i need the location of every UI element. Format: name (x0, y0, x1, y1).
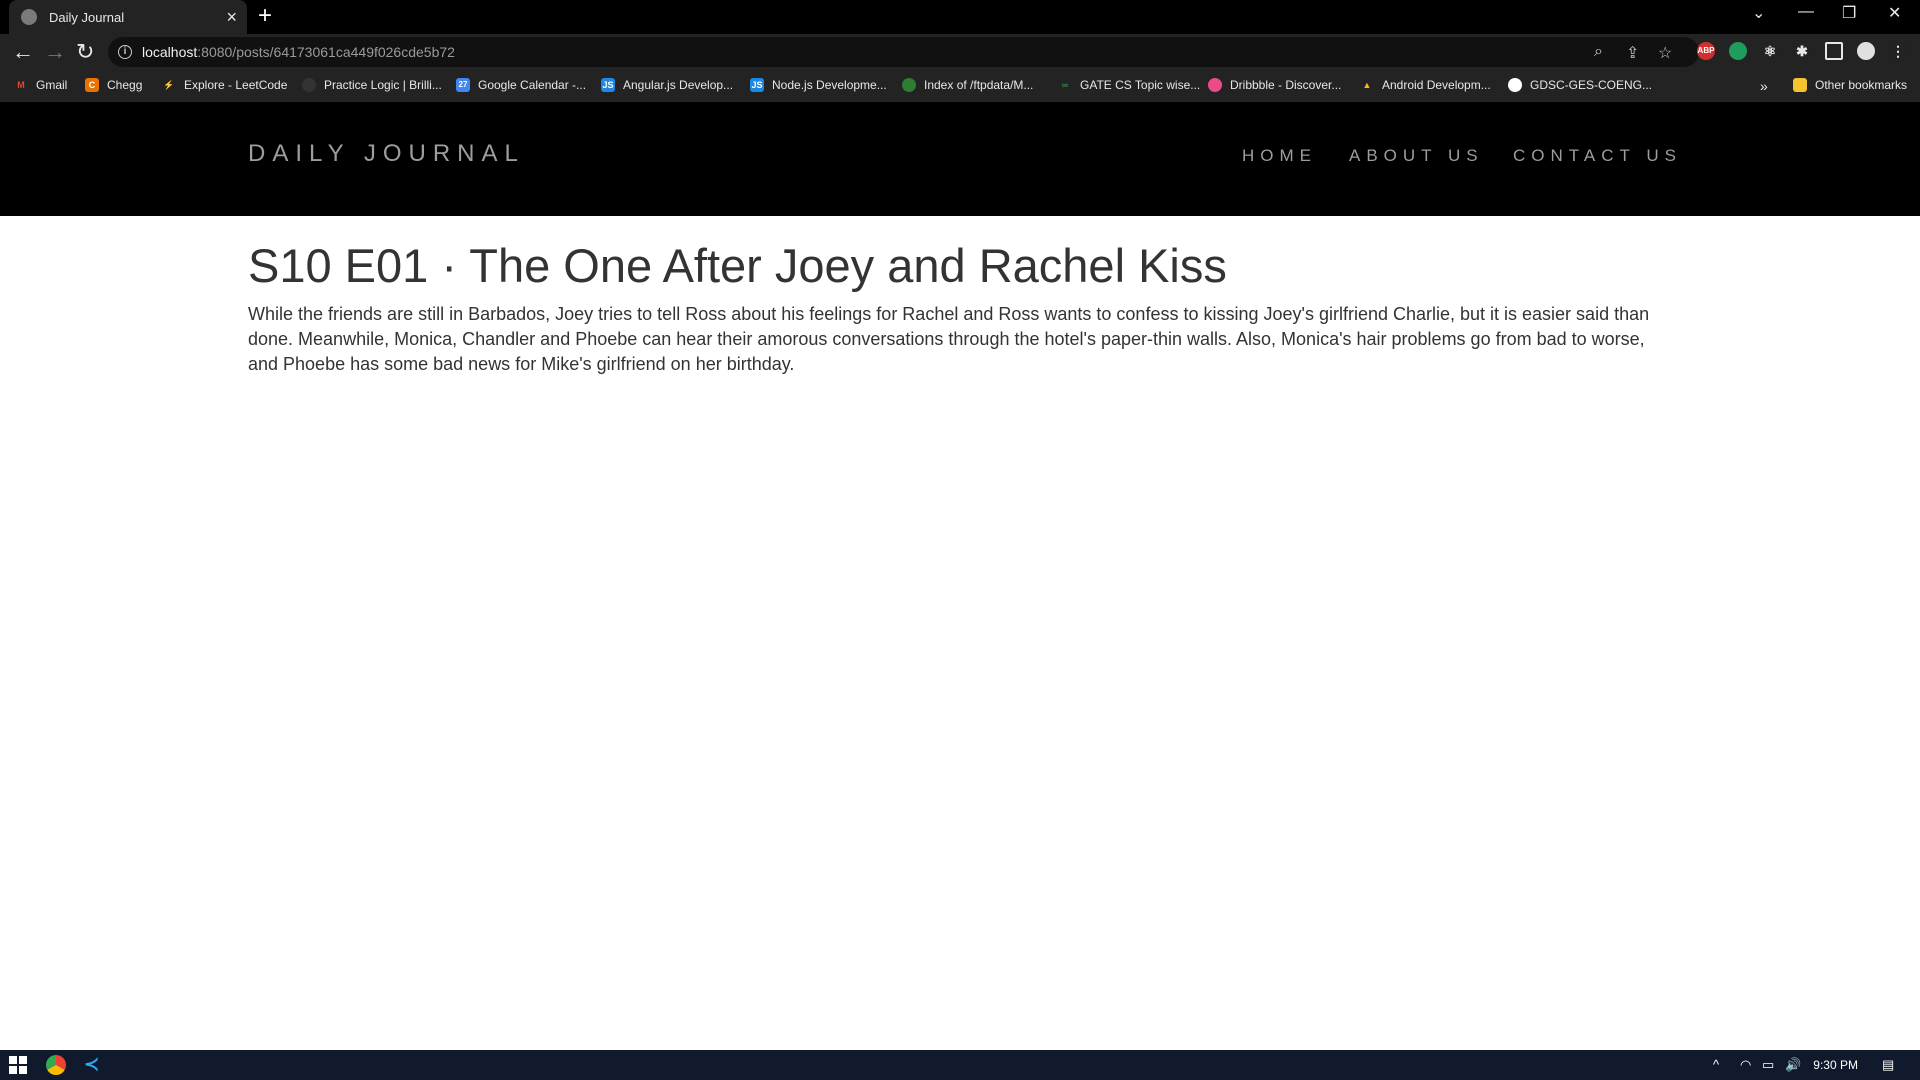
js-icon: JS (750, 78, 764, 92)
bookmark-star-icon[interactable]: ☆ (1658, 43, 1672, 63)
bookmark-android[interactable]: ▲ Android Developm... (1360, 78, 1491, 92)
chevron-double-right-icon[interactable]: » (1760, 78, 1768, 94)
extension-green-icon[interactable] (1729, 42, 1747, 60)
bookmark-other[interactable]: Other bookmarks (1793, 78, 1907, 92)
chrome-icon[interactable] (46, 1055, 66, 1075)
bookmark-angular[interactable]: JS Angular.js Develop... (601, 78, 733, 92)
bookmarks-bar: M Gmail C Chegg ⚡ Explore - LeetCode Practi… (0, 70, 1920, 102)
close-tab-icon[interactable]: × (226, 8, 237, 26)
taskbar: ≺ ^ ◠ ▭ 🔊 9:30 PM ▤ (0, 1050, 1920, 1080)
extensions-puzzle-icon[interactable]: ✱ (1793, 42, 1811, 60)
bookmark-chegg[interactable]: C Chegg (85, 78, 142, 92)
js-icon: JS (601, 78, 615, 92)
minimize-button[interactable]: — (1798, 3, 1814, 21)
side-panel-icon[interactable] (1825, 42, 1843, 60)
globe-icon (21, 9, 37, 25)
menu-kebab-icon[interactable]: ⋮ (1889, 42, 1907, 60)
post-body: While the friends are still in Barbados,… (248, 304, 1650, 374)
nav-about-us[interactable]: ABOUT US (1349, 146, 1484, 166)
back-arrow-icon[interactable]: ← (12, 40, 34, 64)
url-host: localhost (142, 44, 198, 60)
leetcode-icon: ⚡ (163, 80, 175, 90)
tab-strip: Daily Journal × + ⌄ — ❐ ✕ (0, 0, 1920, 34)
adblock-icon[interactable]: ABP (1697, 42, 1715, 60)
bookmark-ftpdata[interactable]: Index of /ftpdata/M... (902, 78, 1033, 92)
new-tab-button[interactable]: + (258, 4, 272, 28)
gmail-icon: M (17, 80, 25, 90)
nav-contact-us[interactable]: CONTACT US (1513, 146, 1682, 166)
react-devtools-icon[interactable]: ⚛ (1761, 42, 1779, 60)
drive-icon: ▲ (1362, 80, 1372, 90)
bookmark-github[interactable]: GDSC-GES-COENG... (1508, 78, 1652, 92)
windows-start-icon[interactable] (9, 1056, 27, 1074)
tab-daily-journal[interactable]: Daily Journal × (9, 0, 247, 34)
bookmark-gate-cs[interactable]: ∞ GATE CS Topic wise... (1058, 78, 1200, 92)
calendar-icon: 27 (456, 78, 470, 92)
share-icon[interactable]: ⇪ (1626, 43, 1639, 63)
bookmark-dribbble[interactable]: Dribbble - Discover... (1208, 78, 1341, 92)
reload-icon[interactable]: ↻ (76, 40, 94, 64)
clock-time[interactable]: 9:30 PM (1813, 1058, 1858, 1072)
folder-icon (1793, 78, 1807, 92)
url-path: :8080/posts/64173061ca449f026cde5b72 (197, 44, 455, 60)
battery-icon[interactable]: ▭ (1762, 1057, 1774, 1073)
bookmark-nodejs[interactable]: JS Node.js Developme... (750, 78, 887, 92)
close-window-button[interactable]: ✕ (1888, 3, 1901, 23)
bookmark-google-calendar[interactable]: 27 Google Calendar -... (456, 78, 586, 92)
restore-button[interactable]: ❐ (1842, 3, 1856, 23)
site-brand[interactable]: DAILY JOURNAL (248, 140, 525, 168)
github-icon (1508, 78, 1522, 92)
profile-avatar[interactable] (1857, 42, 1875, 60)
address-bar[interactable]: i localhost :8080/posts/64173061ca449f02… (108, 37, 1699, 67)
wifi-icon[interactable]: ◠ (1740, 1057, 1751, 1073)
bookmark-gmail[interactable]: M Gmail (14, 78, 67, 92)
tab-search-icon[interactable]: ⌄ (1752, 3, 1765, 23)
volume-icon[interactable]: 🔊 (1785, 1057, 1801, 1073)
tab-title: Daily Journal (49, 9, 125, 25)
post-title: S10 E01 · The One After Joey and Rachel … (248, 239, 1227, 292)
nav-home[interactable]: HOME (1242, 146, 1317, 166)
bookmark-brilliant[interactable]: Practice Logic | Brilli... (302, 78, 442, 92)
chegg-icon: C (85, 78, 99, 92)
bookmark-leetcode[interactable]: ⚡ Explore - LeetCode (162, 78, 287, 92)
globe-icon (902, 78, 916, 92)
site-header: DAILY JOURNAL HOME ABOUT US CONTACT US (0, 102, 1920, 216)
forward-arrow-icon[interactable]: → (44, 40, 66, 64)
browser-toolbar: ← → ↻ i localhost :8080/posts/64173061ca… (0, 34, 1920, 70)
dribbble-icon (1208, 78, 1222, 92)
chevron-up-icon[interactable]: ^ (1713, 1057, 1719, 1072)
brilliant-icon (302, 78, 316, 92)
notifications-icon[interactable]: ▤ (1882, 1057, 1894, 1073)
zoom-icon[interactable]: ⌕ (1594, 43, 1603, 61)
info-icon[interactable]: i (118, 45, 132, 59)
vscode-icon[interactable]: ≺ (84, 1055, 102, 1073)
geeks-icon: ∞ (1061, 80, 1069, 90)
